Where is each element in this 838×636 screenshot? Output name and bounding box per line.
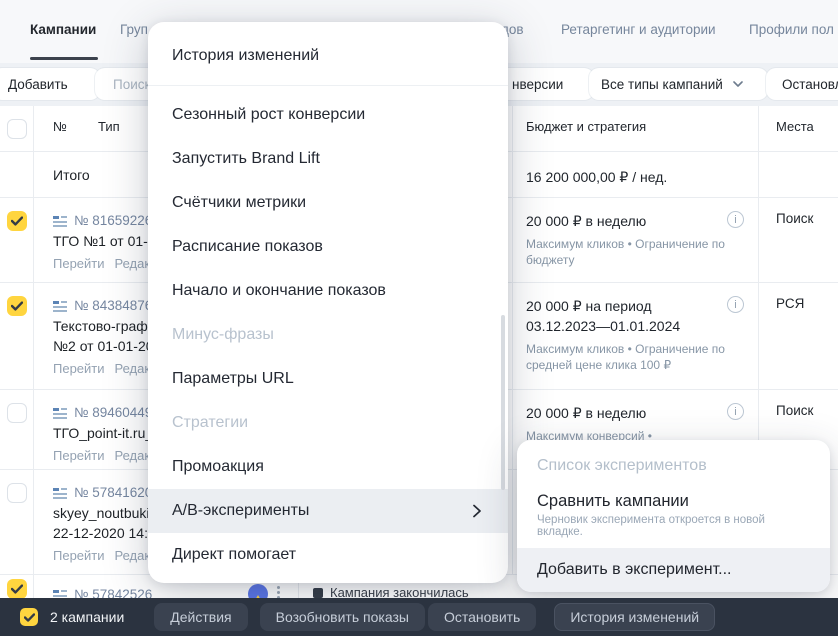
menu-item-promo[interactable]: Промоакция (148, 445, 508, 489)
tab-retargeting[interactable]: Ретаргетинг и аудитории (561, 22, 716, 37)
selection-checkbox[interactable] (20, 608, 38, 626)
strategy-description: Максимум кликов • Ограничение по бюджету (526, 236, 731, 268)
tab-campaigns[interactable]: Кампании (30, 22, 96, 37)
chevron-down-icon (733, 79, 743, 89)
menu-item-change-history[interactable]: История изменений (148, 34, 508, 78)
submenu-item-label: Сравнить кампании (537, 492, 810, 511)
budget-value: 20 000 ₽ на период (526, 296, 758, 316)
campaign-type-filter-label: Все типы кампаний (601, 77, 723, 92)
tab-groups[interactable]: Груп (120, 22, 148, 37)
resume-shows-button[interactable]: Возобновить показы (260, 603, 425, 631)
stopped-filter-chip[interactable]: Остановл (766, 68, 838, 100)
selection-action-bar: 2 кампании Действия Возобновить показы О… (0, 598, 838, 636)
campaign-number[interactable]: № 57841620 (74, 483, 152, 503)
row-checkbox[interactable] (7, 211, 27, 231)
column-header-number[interactable]: № (53, 119, 98, 134)
info-icon[interactable]: i (727, 211, 744, 228)
column-header-places[interactable]: Места (758, 106, 838, 151)
menu-item-label: А/В-эксперименты (172, 502, 470, 520)
info-icon[interactable]: i (727, 296, 744, 313)
go-to-link[interactable]: Перейти (53, 548, 105, 563)
history-button[interactable]: История изменений (554, 603, 715, 631)
menu-item-strategies: Стратегии (148, 401, 508, 445)
row-checkbox[interactable] (7, 296, 27, 316)
budget-value-line2: 03.12.2023—01.01.2024 (526, 316, 758, 336)
campaign-type-icon (53, 215, 67, 228)
campaign-type-icon (53, 487, 67, 500)
info-icon[interactable]: i (727, 403, 744, 420)
column-header-budget[interactable]: Бюджет и стратегия (512, 106, 758, 151)
row-checkbox[interactable] (7, 403, 27, 423)
menu-item-start-end-dates[interactable]: Начало и окончание показов (148, 269, 508, 313)
go-to-link[interactable]: Перейти (53, 448, 105, 463)
stop-button[interactable]: Остановить (428, 603, 536, 631)
budget-value: 20 000 ₽ в неделю (526, 403, 758, 423)
conversions-chip[interactable]: нверсии (495, 68, 594, 100)
column-header-type[interactable]: Тип (98, 119, 120, 134)
strategy-description: Максимум кликов • Ограничение по средней… (526, 341, 731, 373)
campaign-number[interactable]: № 81659226 (74, 211, 152, 231)
row-checkbox[interactable] (7, 579, 27, 599)
campaign-type-icon (53, 300, 67, 313)
menu-item-negative-keywords: Минус-фразы (148, 313, 508, 357)
menu-item-seasonal-conversion-growth[interactable]: Сезонный рост конверсии (148, 93, 508, 137)
menu-item-url-params[interactable]: Параметры URL (148, 357, 508, 401)
submenu-item-description: Черновик эксперимента откроется в новой … (537, 514, 810, 538)
total-budget: 16 200 000,00 ₽ / нед. (526, 165, 758, 187)
actions-dropdown-menu: История изменений Сезонный рост конверси… (148, 22, 508, 583)
campaign-type-icon (53, 407, 67, 420)
submenu-header-experiments-list: Список экспериментов (517, 440, 830, 475)
actions-button[interactable]: Действия (154, 603, 247, 631)
go-to-link[interactable]: Перейти (53, 256, 105, 271)
add-button[interactable]: Добавить (0, 68, 100, 100)
menu-item-direct-helps[interactable]: Директ помогает (148, 533, 508, 577)
row-checkbox[interactable] (7, 483, 27, 503)
menu-item-brand-lift[interactable]: Запустить Brand Lift (148, 137, 508, 181)
menu-scrollbar[interactable] (501, 315, 505, 490)
campaign-type-filter[interactable]: Все типы кампаний (589, 68, 768, 100)
select-all-checkbox[interactable] (7, 119, 27, 139)
menu-item-metrica-counters[interactable]: Счётчики метрики (148, 181, 508, 225)
submenu-item-compare-campaigns[interactable]: Сравнить кампании Черновик эксперимента … (517, 475, 830, 538)
status-stopped-icon (313, 588, 323, 598)
campaign-number[interactable]: № 89460449 (74, 403, 152, 423)
tab-profiles[interactable]: Профили пол (749, 22, 834, 37)
ab-experiments-submenu: Список экспериментов Сравнить кампании Ч… (517, 440, 830, 592)
campaign-number[interactable]: № 84384876 (74, 296, 152, 316)
go-to-link[interactable]: Перейти (53, 361, 105, 376)
selected-count-label: 2 кампании (50, 609, 124, 625)
menu-item-show-schedule[interactable]: Расписание показов (148, 225, 508, 269)
submenu-item-add-to-experiment[interactable]: Добавить в эксперимент... (517, 548, 830, 592)
placement-value: РСЯ (758, 283, 838, 389)
menu-item-ab-experiments[interactable]: А/В-эксперименты (148, 489, 508, 533)
placement-value: Поиск (758, 198, 838, 282)
active-tab-underline (30, 57, 98, 60)
chevron-right-icon (470, 504, 484, 518)
budget-value: 20 000 ₽ в неделю (526, 211, 758, 231)
menu-divider (148, 85, 508, 86)
